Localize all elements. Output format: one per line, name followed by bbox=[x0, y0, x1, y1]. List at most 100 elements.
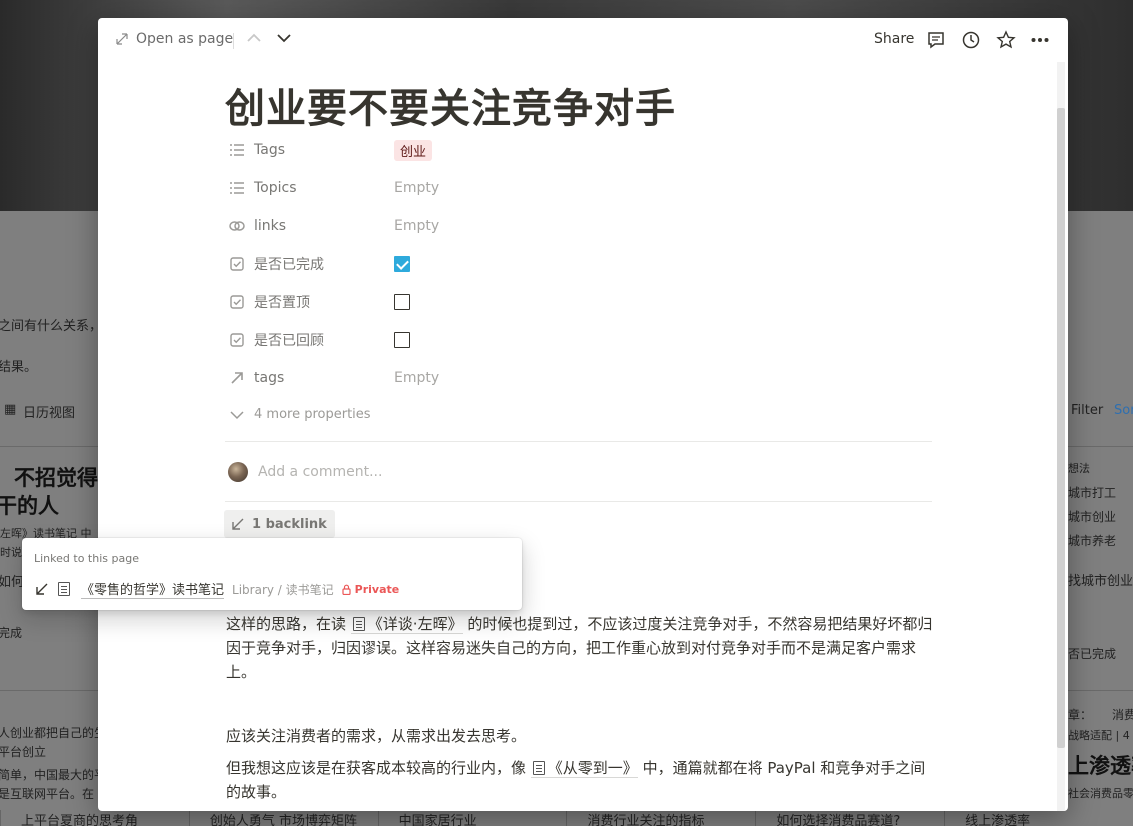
bg-card[interactable]: 中国家居行业 bbox=[378, 810, 567, 826]
property-row-reviewed[interactable]: 是否已回顾 bbox=[229, 329, 410, 351]
bg-text: 城市养老 bbox=[1068, 532, 1116, 549]
property-name: Tags bbox=[254, 142, 394, 158]
bg-filter-button[interactable]: Filter bbox=[1071, 403, 1103, 418]
property-name: links bbox=[254, 218, 394, 234]
bg-text: 城市打工 bbox=[1068, 484, 1116, 501]
paragraph[interactable]: 这样的思路，在读 《详谈·左晖》 的时候也提到过，不应该过度关注竞争对手，不然容… bbox=[226, 612, 936, 684]
paragraph-text: 应该关注消费者的需求，从需求出发去思考。 bbox=[226, 727, 526, 745]
bg-text: 人创业都把自己的生 bbox=[0, 724, 106, 741]
property-name: 是否置顶 bbox=[254, 292, 394, 312]
bg-card[interactable]: 消费行业关注的指标 bbox=[566, 810, 755, 826]
more-properties-toggle[interactable]: 4 more properties bbox=[229, 407, 371, 422]
property-row-tags[interactable]: Tags 创业 bbox=[229, 139, 432, 161]
topbar-divider bbox=[233, 33, 234, 49]
bg-text: 完成 bbox=[0, 624, 22, 641]
bg-text: 结果。 bbox=[0, 356, 37, 375]
property-row-completed[interactable]: 是否已完成 bbox=[229, 253, 410, 275]
star-icon[interactable] bbox=[996, 30, 1016, 50]
page-mention[interactable]: 《详谈·左晖》 bbox=[351, 615, 463, 634]
more-properties-label: 4 more properties bbox=[254, 407, 371, 422]
chevron-down-icon[interactable] bbox=[276, 30, 292, 46]
divider bbox=[225, 441, 932, 442]
property-name: tags bbox=[254, 370, 394, 386]
comment-input[interactable]: Add a comment... bbox=[258, 464, 382, 480]
arrow-down-left-icon bbox=[36, 583, 48, 595]
bg-card[interactable]: 如何选择消费品赛道? bbox=[755, 810, 944, 826]
bg-text: 战略适配 | 4 bbox=[1068, 727, 1130, 743]
comment-icon[interactable] bbox=[926, 30, 946, 50]
bg-card-title: 不招觉得 bbox=[14, 462, 98, 492]
page-title[interactable]: 创业要不要关注竞争对手 bbox=[225, 76, 676, 134]
property-value-empty[interactable]: Empty bbox=[394, 180, 439, 196]
open-as-page-label: Open as page bbox=[136, 31, 233, 47]
bg-text: 消费 bbox=[1112, 706, 1133, 723]
completed-checkbox[interactable] bbox=[394, 256, 410, 272]
page-icon bbox=[58, 582, 70, 596]
avatar bbox=[228, 462, 248, 482]
property-row-links[interactable]: links Empty bbox=[229, 215, 439, 237]
bg-text: 否已完成 bbox=[1068, 645, 1116, 662]
bg-text: 社会消费品零 bbox=[1068, 785, 1133, 801]
chevron-down-icon bbox=[229, 410, 245, 420]
bg-text: 章： bbox=[1068, 706, 1092, 723]
scrollbar-thumb[interactable] bbox=[1057, 108, 1065, 748]
property-value-empty[interactable]: Empty bbox=[394, 218, 439, 234]
paragraph-text: 这样的思路，在读 bbox=[226, 615, 346, 633]
property-name: Topics bbox=[254, 180, 394, 196]
divider bbox=[225, 501, 932, 502]
backlinks-label: 1 backlink bbox=[252, 517, 327, 532]
bg-text: 上渗透率 bbox=[1068, 750, 1133, 780]
scrollbar[interactable] bbox=[1057, 62, 1065, 811]
popover-heading: Linked to this page bbox=[34, 552, 139, 565]
backlink-item[interactable]: 《零售的哲学》读书笔记 Library / 读书笔记 Private bbox=[36, 579, 399, 599]
property-name: 是否已完成 bbox=[254, 254, 394, 274]
checkbox-icon bbox=[229, 332, 245, 348]
more-horizontal-icon[interactable] bbox=[1030, 30, 1050, 50]
pinned-checkbox[interactable] bbox=[394, 294, 410, 310]
relation-arrow-icon bbox=[229, 370, 245, 386]
bg-card-title: 干的人 bbox=[0, 490, 59, 520]
bg-text: 如何 bbox=[0, 571, 24, 590]
paragraph[interactable]: 应该关注消费者的需求，从需求出发去思考。 bbox=[226, 724, 936, 748]
link-icon bbox=[229, 218, 245, 234]
modal-topbar: Open as page Share bbox=[98, 18, 1068, 62]
backlink-path: Library / 读书笔记 bbox=[232, 581, 334, 598]
bg-card[interactable]: 上平台夏商的思考角 bbox=[0, 810, 189, 826]
bg-text: 找城市创业 bbox=[1068, 570, 1133, 589]
bg-card[interactable]: 创始人勇气 市场博弈矩阵 bbox=[189, 810, 378, 826]
paragraph[interactable]: 但我想这应该是在获客成本较高的行业内，像 《从零到一》 中，通篇就都在将 Pay… bbox=[226, 756, 936, 804]
clock-history-icon[interactable] bbox=[961, 30, 981, 50]
page-peek-modal: Open as page Share 创业要不要关注竞争对手 Tags 创业 T… bbox=[98, 18, 1068, 811]
bg-text: 时说 bbox=[0, 544, 22, 560]
paragraph-text: 但我想这应该是在获客成本较高的行业内，像 bbox=[226, 759, 526, 777]
private-badge: Private bbox=[342, 583, 400, 596]
property-row-tags-relation[interactable]: tags Empty bbox=[229, 367, 439, 389]
tag-chip[interactable]: 创业 bbox=[394, 140, 432, 161]
private-label: Private bbox=[355, 583, 400, 596]
bg-card[interactable]: 线上渗透率 bbox=[944, 810, 1133, 826]
comment-input-row[interactable]: Add a comment... bbox=[228, 462, 382, 482]
share-button[interactable]: Share bbox=[874, 31, 914, 47]
expand-diagonal-icon bbox=[116, 33, 128, 45]
page-icon bbox=[533, 761, 545, 775]
backlinks-button[interactable]: 1 backlink bbox=[224, 510, 335, 538]
bg-text: 是互联网平台。在 bbox=[0, 785, 94, 802]
bg-view-label[interactable]: 日历视图 bbox=[23, 402, 75, 421]
page-mention[interactable]: 《从零到一》 bbox=[531, 759, 638, 778]
backlink-title[interactable]: 《零售的哲学》读书笔记 bbox=[81, 579, 224, 599]
page-icon bbox=[353, 617, 365, 631]
checkbox-icon bbox=[229, 256, 245, 272]
lock-icon bbox=[342, 584, 351, 595]
property-row-pinned[interactable]: 是否置顶 bbox=[229, 291, 410, 313]
checkbox-icon bbox=[229, 294, 245, 310]
bg-sort-button[interactable]: Sor bbox=[1114, 403, 1133, 418]
reviewed-checkbox[interactable] bbox=[394, 332, 410, 348]
property-name: 是否已回顾 bbox=[254, 330, 394, 350]
bg-text: 简单，中国最大的平 bbox=[0, 766, 106, 783]
open-as-page-button[interactable]: Open as page bbox=[116, 31, 233, 47]
mention-title: 《从零到一》 bbox=[548, 759, 638, 777]
property-row-topics[interactable]: Topics Empty bbox=[229, 177, 439, 199]
bg-text: 之间有什么关系， bbox=[0, 315, 102, 334]
chevron-up-icon[interactable] bbox=[246, 30, 262, 46]
property-value-empty[interactable]: Empty bbox=[394, 370, 439, 386]
